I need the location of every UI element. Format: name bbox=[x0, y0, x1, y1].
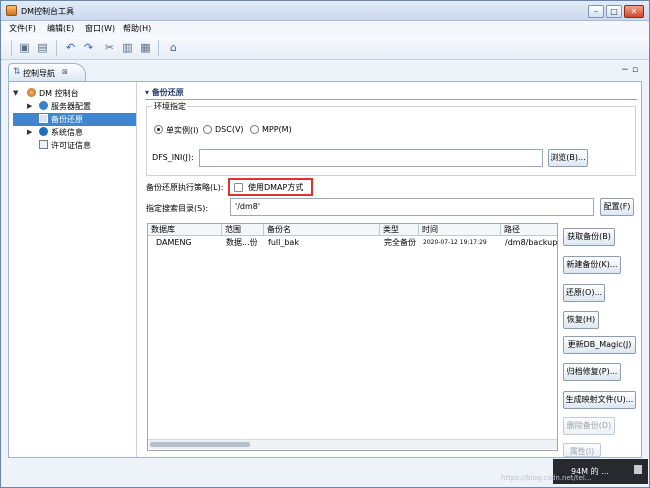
save-icon[interactable]: ▣ bbox=[18, 41, 31, 54]
dfs-ini-label: DFS_INI(J): bbox=[152, 153, 194, 162]
environment-group-label: 环境指定 bbox=[152, 101, 188, 112]
backup-restore-view: ▾ 备份还原 环境指定 单实例(I) DSC(V) MPP(M) DFS_INI… bbox=[142, 82, 642, 457]
column-header-scope[interactable]: 范围 bbox=[222, 224, 264, 236]
tab-control-navigation[interactable]: ⇅ 控制导航 ⊠ bbox=[8, 63, 86, 81]
view-minimize-icon[interactable]: − bbox=[621, 65, 629, 75]
navigation-icon: ⇅ bbox=[13, 67, 21, 77]
tree-item-label: 许可证信息 bbox=[51, 141, 91, 150]
cell-time: 2020-07-12 19:17:29 bbox=[423, 239, 487, 246]
properties-button[interactable]: 属性(I) bbox=[563, 443, 601, 457]
delete-backup-button[interactable]: 删除备份(D) bbox=[563, 417, 615, 435]
radio-mpp-label: MPP(M) bbox=[262, 125, 292, 134]
cell-database: DAMENG bbox=[156, 238, 192, 247]
recover-button[interactable]: 恢复(H) bbox=[563, 311, 599, 329]
tree-item-label: 服务器配置 bbox=[51, 102, 91, 111]
table-header: 数据库 范围 备份名 类型 时间 路径 bbox=[148, 224, 557, 236]
save-all-icon[interactable]: ▤ bbox=[36, 41, 49, 54]
horizontal-scrollbar[interactable] bbox=[148, 439, 557, 449]
dmap-checkbox[interactable] bbox=[234, 183, 243, 192]
title-bar: DM控制台工具 – □ ✕ bbox=[1, 1, 649, 21]
info-icon bbox=[39, 127, 48, 136]
column-header-time[interactable]: 时间 bbox=[419, 224, 501, 236]
tab-label: 控制导航 bbox=[23, 69, 55, 78]
tree-item-label: 备份还原 bbox=[51, 115, 83, 124]
copy-icon[interactable]: ▥ bbox=[121, 41, 134, 54]
column-header-type[interactable]: 类型 bbox=[380, 224, 419, 236]
app-window: DM控制台工具 – □ ✕ 文件(F) 编辑(E) 窗口(W) 帮助(H) ▣ … bbox=[0, 0, 650, 488]
update-db-magic-button[interactable]: 更新DB_Magic(J) bbox=[563, 336, 636, 354]
fetch-backup-button[interactable]: 获取备份(B) bbox=[563, 228, 615, 246]
menu-window[interactable]: 窗口(W) bbox=[85, 23, 115, 34]
maximize-button[interactable]: □ bbox=[606, 5, 622, 18]
tree-item-system-info[interactable]: ▶ 系统信息 bbox=[27, 126, 135, 139]
browse-button[interactable]: 浏览(B)... bbox=[548, 149, 588, 167]
cell-scope: 数据...份 bbox=[226, 238, 258, 247]
tree-item-label: 系统信息 bbox=[51, 128, 83, 137]
cell-backup-name: full_bak bbox=[268, 238, 299, 247]
radio-dsc-label: DSC(V) bbox=[215, 125, 244, 134]
tab-close-icon[interactable]: ⊠ bbox=[62, 68, 68, 76]
server-config-icon bbox=[39, 101, 48, 110]
new-backup-button[interactable]: 新建备份(K)... bbox=[563, 256, 621, 274]
section-title-text: 备份还原 bbox=[151, 88, 184, 97]
status-bar bbox=[1, 459, 649, 487]
menu-file[interactable]: 文件(F) bbox=[9, 23, 36, 34]
minimize-button[interactable]: – bbox=[588, 5, 604, 18]
toolbar-separator bbox=[11, 40, 12, 56]
config-button[interactable]: 配置(F) bbox=[600, 198, 634, 216]
tree-item-server-config[interactable]: ▶ 服务器配置 bbox=[27, 100, 135, 113]
archive-repair-button[interactable]: 归档修复(P)... bbox=[563, 363, 621, 381]
radio-mpp[interactable] bbox=[250, 125, 259, 134]
collapse-arrow-icon[interactable]: ▼ bbox=[13, 87, 18, 100]
cut-icon[interactable]: ✂ bbox=[103, 41, 116, 54]
tree-item-backup-restore[interactable]: 备份还原 bbox=[13, 113, 136, 126]
license-icon bbox=[39, 140, 48, 149]
radio-single-instance-label: 单实例(I) bbox=[166, 126, 199, 135]
expand-arrow-icon[interactable]: ▶ bbox=[27, 126, 32, 139]
generate-mapping-file-button[interactable]: 生成映射文件(U)... bbox=[563, 391, 636, 409]
column-header-backup-name[interactable]: 备份名 bbox=[264, 224, 380, 236]
radio-dsc[interactable] bbox=[203, 125, 212, 134]
radio-single-instance[interactable] bbox=[154, 125, 163, 134]
toolbar-separator bbox=[56, 40, 57, 56]
search-dir-input[interactable]: '/dm8' bbox=[230, 198, 594, 216]
redo-icon[interactable]: ↷ bbox=[82, 41, 95, 54]
menu-help[interactable]: 帮助(H) bbox=[123, 23, 151, 34]
home-icon[interactable]: ⌂ bbox=[167, 41, 180, 54]
tree-item-label: DM 控制台 bbox=[39, 89, 79, 98]
view-maximize-icon[interactable]: ▫ bbox=[632, 65, 638, 75]
toolbar-separator bbox=[158, 40, 159, 56]
scrollbar-thumb[interactable] bbox=[150, 442, 250, 447]
section-collapse-icon[interactable]: ▾ bbox=[145, 88, 152, 97]
tree-item-dm-console[interactable]: ▼ DM 控制台 bbox=[13, 87, 133, 100]
undo-icon[interactable]: ↶ bbox=[64, 41, 77, 54]
cell-type: 完全备份 bbox=[384, 238, 416, 247]
strategy-label: 备份还原执行策略(L): bbox=[146, 183, 224, 192]
app-icon bbox=[6, 5, 17, 16]
restore-button[interactable]: 还原(O)... bbox=[563, 284, 605, 302]
watermark-text: https://blog.csdn.net/tel... bbox=[501, 474, 592, 482]
cell-path: /dm8/backup bbox=[505, 238, 557, 247]
window-title: DM控制台工具 bbox=[21, 7, 75, 16]
expand-arrow-icon[interactable]: ▶ bbox=[27, 100, 32, 113]
menu-bar: 文件(F) 编辑(E) 窗口(W) 帮助(H) bbox=[1, 21, 649, 36]
close-button[interactable]: ✕ bbox=[624, 5, 644, 18]
backup-icon bbox=[39, 114, 48, 123]
menu-edit[interactable]: 编辑(E) bbox=[47, 23, 74, 34]
main-panel: ▼ DM 控制台 ▶ 服务器配置 备份还原 ▶ 系统信息 许可证信息 ▾ 备份还… bbox=[8, 81, 642, 458]
backup-table: 数据库 范围 备份名 类型 时间 路径 DAMENG 数据...份 full_b… bbox=[147, 223, 558, 451]
section-divider bbox=[145, 99, 637, 100]
column-header-path[interactable]: 路径 bbox=[501, 224, 557, 236]
search-dir-label: 指定搜索目录(S): bbox=[146, 204, 209, 213]
paste-icon[interactable]: ▦ bbox=[139, 41, 152, 54]
toolbar: ▣ ▤ ↶ ↷ ✂ ▥ ▦ ⌂ bbox=[1, 36, 649, 60]
section-title: ▾ 备份还原 bbox=[145, 87, 184, 98]
garbage-collect-icon[interactable] bbox=[634, 465, 642, 474]
column-header-database[interactable]: 数据库 bbox=[148, 224, 222, 236]
dmap-checkbox-label: 使用DMAP方式 bbox=[248, 183, 304, 192]
navigation-tree: ▼ DM 控制台 ▶ 服务器配置 备份还原 ▶ 系统信息 许可证信息 bbox=[9, 82, 137, 457]
console-icon bbox=[27, 88, 36, 97]
tree-item-license-info[interactable]: 许可证信息 bbox=[27, 139, 135, 152]
dfs-ini-input[interactable] bbox=[199, 149, 543, 167]
